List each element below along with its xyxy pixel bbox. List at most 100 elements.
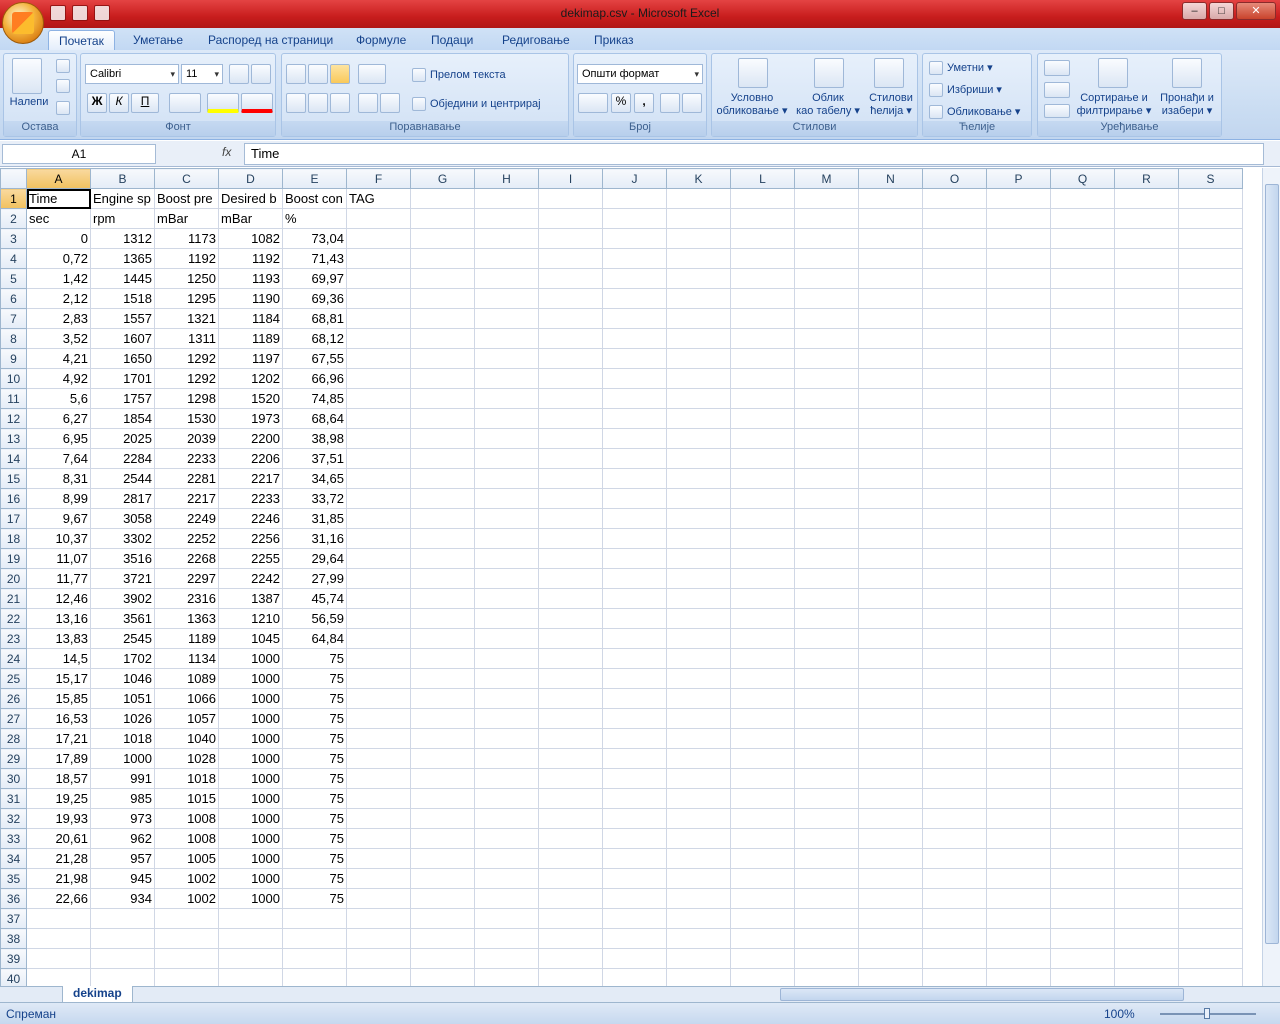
cell[interactable]	[1178, 408, 1243, 429]
cell[interactable]	[1178, 368, 1243, 389]
cell[interactable]	[1178, 888, 1243, 909]
cell[interactable]	[538, 228, 603, 249]
cell[interactable]: Boost con	[282, 188, 347, 209]
cell[interactable]	[474, 188, 539, 209]
row-header[interactable]: 20	[0, 568, 27, 589]
cell[interactable]	[1114, 608, 1179, 629]
cell[interactable]	[858, 328, 923, 349]
row-header[interactable]: 15	[0, 468, 27, 489]
cell[interactable]	[794, 908, 859, 929]
cell[interactable]	[602, 708, 667, 729]
cell[interactable]	[1178, 288, 1243, 309]
cell[interactable]	[858, 728, 923, 749]
cell[interactable]: 3302	[90, 528, 155, 549]
cell[interactable]: 2217	[218, 468, 283, 489]
increase-decimal-icon[interactable]	[660, 93, 680, 113]
cell[interactable]	[666, 928, 731, 949]
cell[interactable]	[666, 188, 731, 209]
cell[interactable]	[1050, 468, 1115, 489]
cell[interactable]	[794, 708, 859, 729]
cell[interactable]	[858, 308, 923, 329]
cell[interactable]	[474, 848, 539, 869]
cell[interactable]: 2039	[154, 428, 219, 449]
cell[interactable]	[922, 768, 987, 789]
cell[interactable]	[346, 928, 411, 949]
cell[interactable]: 1757	[90, 388, 155, 409]
cell[interactable]	[1050, 508, 1115, 529]
cell[interactable]	[730, 368, 795, 389]
cell[interactable]	[922, 328, 987, 349]
cell[interactable]: 1387	[218, 588, 283, 609]
cell[interactable]	[730, 908, 795, 929]
sort-filter-icon[interactable]	[1098, 58, 1128, 88]
cell[interactable]	[538, 768, 603, 789]
cell[interactable]	[410, 888, 475, 909]
cell[interactable]: Boost pre	[154, 188, 219, 209]
cell[interactable]	[1050, 708, 1115, 729]
cell[interactable]	[346, 588, 411, 609]
cell[interactable]	[1114, 548, 1179, 569]
column-header[interactable]: R	[1114, 168, 1179, 189]
row-header[interactable]: 40	[0, 968, 27, 986]
cell[interactable]	[666, 228, 731, 249]
cell[interactable]	[474, 528, 539, 549]
cell[interactable]	[474, 248, 539, 269]
cell[interactable]	[602, 688, 667, 709]
cell[interactable]: 69,97	[282, 268, 347, 289]
cell[interactable]	[1050, 768, 1115, 789]
cell[interactable]	[346, 348, 411, 369]
cell[interactable]	[986, 388, 1051, 409]
cell[interactable]	[1050, 808, 1115, 829]
cell[interactable]	[1114, 368, 1179, 389]
cell[interactable]: 66,96	[282, 368, 347, 389]
cell[interactable]	[794, 588, 859, 609]
cell[interactable]	[794, 468, 859, 489]
cell[interactable]	[538, 188, 603, 209]
cell[interactable]	[730, 708, 795, 729]
cell[interactable]: 15,85	[26, 688, 91, 709]
cell[interactable]	[730, 808, 795, 829]
cell[interactable]	[858, 648, 923, 669]
cell[interactable]	[346, 768, 411, 789]
sort-filter-button[interactable]: Сортирање и филтрирање ▾	[1074, 92, 1154, 118]
cell[interactable]	[538, 748, 603, 769]
fill-icon[interactable]	[1044, 82, 1070, 98]
cell-styles-button[interactable]: Стилови ћелија ▾	[864, 92, 918, 118]
cell[interactable]	[346, 628, 411, 649]
cell[interactable]	[602, 328, 667, 349]
cell[interactable]	[1050, 488, 1115, 509]
cell[interactable]: 10,37	[26, 528, 91, 549]
cell[interactable]	[922, 268, 987, 289]
column-header[interactable]: F	[346, 168, 411, 189]
cell[interactable]	[1178, 208, 1243, 229]
cell[interactable]: 1365	[90, 248, 155, 269]
cell[interactable]	[922, 588, 987, 609]
row-header[interactable]: 39	[0, 948, 27, 969]
vertical-scroll-thumb[interactable]	[1265, 184, 1279, 944]
undo-icon[interactable]	[72, 5, 88, 21]
cell[interactable]	[986, 748, 1051, 769]
cell[interactable]: 957	[90, 848, 155, 869]
cell[interactable]	[538, 308, 603, 329]
cell[interactable]	[538, 288, 603, 309]
cell[interactable]: 2817	[90, 488, 155, 509]
cell[interactable]	[346, 548, 411, 569]
cell[interactable]: 19,25	[26, 788, 91, 809]
cell[interactable]: 1015	[154, 788, 219, 809]
cell[interactable]	[410, 388, 475, 409]
cell[interactable]: 1298	[154, 388, 219, 409]
cell[interactable]: 75	[282, 728, 347, 749]
cell[interactable]	[922, 348, 987, 369]
cell[interactable]: 1210	[218, 608, 283, 629]
cell[interactable]	[1114, 288, 1179, 309]
cell[interactable]	[858, 348, 923, 369]
column-header[interactable]: I	[538, 168, 603, 189]
cell[interactable]: 37,51	[282, 448, 347, 469]
row-header[interactable]: 9	[0, 348, 27, 369]
format-painter-icon[interactable]	[56, 101, 70, 115]
comma-button[interactable]: ,	[634, 93, 654, 113]
cell[interactable]: 1000	[218, 728, 283, 749]
cell[interactable]	[1178, 968, 1243, 986]
cell[interactable]	[1050, 748, 1115, 769]
italic-button[interactable]: К	[109, 93, 129, 113]
